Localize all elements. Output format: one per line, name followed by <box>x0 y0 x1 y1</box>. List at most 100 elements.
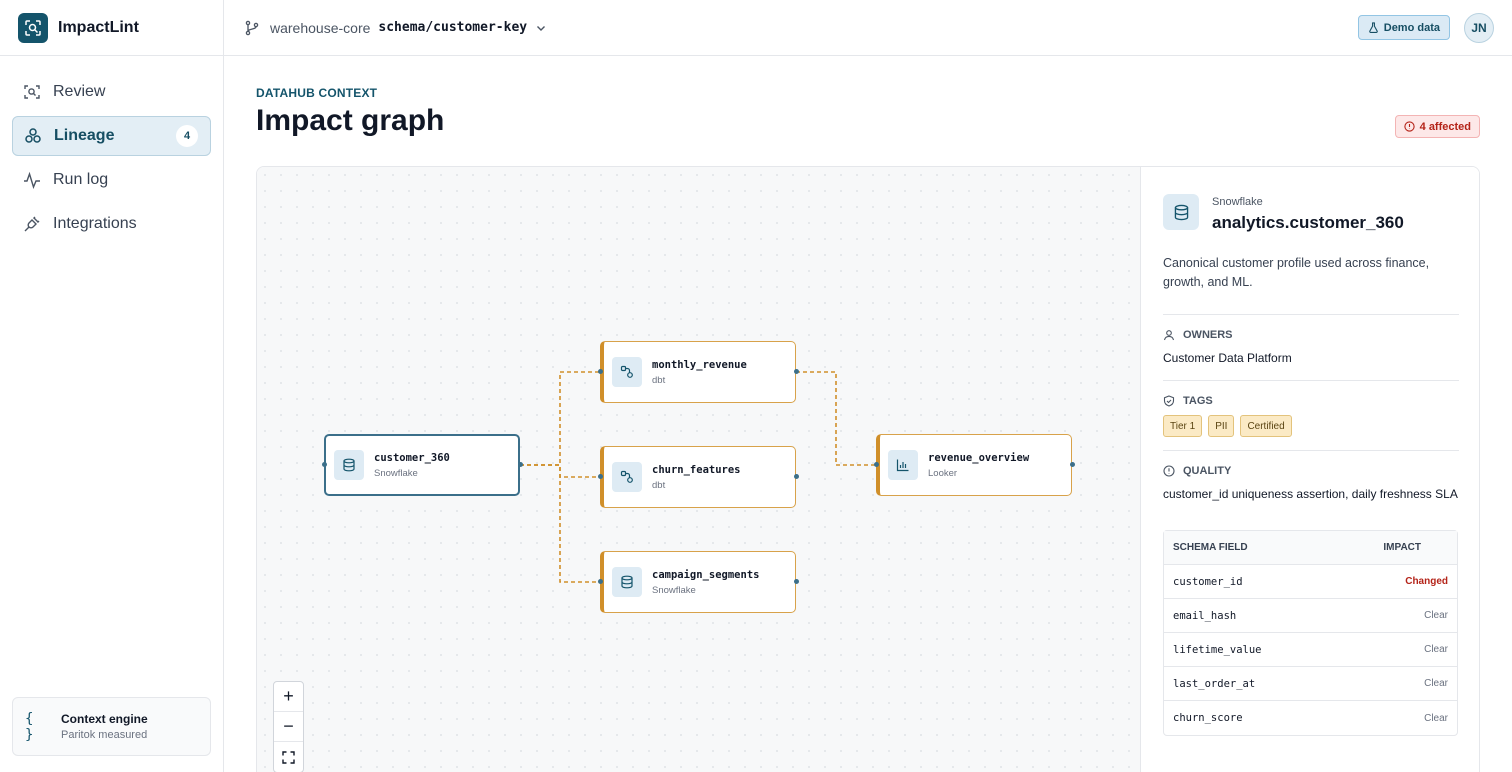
table-row[interactable]: last_order_at Clear <box>1164 667 1457 701</box>
database-icon <box>1163 194 1199 230</box>
field-name: last_order_at <box>1173 677 1256 690</box>
port <box>518 462 523 467</box>
page-eyebrow: DATAHUB CONTEXT <box>256 86 378 100</box>
impact-status: Clear <box>1424 644 1448 655</box>
user-icon <box>1163 329 1175 341</box>
impactlint-logo-icon <box>18 12 48 43</box>
affected-badge: 4 affected <box>1394 115 1480 138</box>
table-row[interactable]: customer_id Changed <box>1164 565 1457 599</box>
sidebar-item-review[interactable]: Review <box>12 72 211 112</box>
zoom-out-button[interactable]: − <box>274 712 303 742</box>
port <box>794 579 799 584</box>
git-branch-icon <box>244 20 260 36</box>
transform-icon <box>612 357 642 387</box>
sidebar-item-lineage[interactable]: Lineage 4 <box>12 116 211 156</box>
shield-check-icon <box>1163 395 1175 407</box>
entity-name: analytics.customer_360 <box>1212 213 1404 232</box>
lineage-canvas[interactable]: customer_360 Snowflake monthly_revenue d… <box>257 167 1140 772</box>
owners-section: OWNERS Customer Data Platform <box>1163 314 1459 365</box>
owners-label: OWNERS <box>1183 329 1233 341</box>
node-name: churn_features <box>652 463 741 476</box>
database-icon <box>612 567 642 597</box>
port <box>794 369 799 374</box>
node-name: monthly_revenue <box>652 358 747 371</box>
avatar[interactable]: JN <box>1464 13 1494 43</box>
table-row[interactable]: churn_score Clear <box>1164 701 1457 735</box>
plug-icon <box>22 214 42 234</box>
table-row[interactable]: email_hash Clear <box>1164 599 1457 633</box>
database-icon <box>334 450 364 480</box>
lineage-icon <box>23 126 43 146</box>
flask-icon <box>1368 22 1379 33</box>
node-platform: dbt <box>652 374 666 386</box>
transform-icon <box>612 462 642 492</box>
port <box>322 462 327 467</box>
node-campaign-segments[interactable]: campaign_segments Snowflake <box>600 551 796 613</box>
field-name: lifetime_value <box>1173 643 1262 656</box>
entity-description: Canonical customer profile used across f… <box>1163 256 1430 289</box>
field-name: email_hash <box>1173 609 1237 622</box>
field-name: customer_id <box>1173 575 1243 588</box>
node-revenue-overview[interactable]: revenue_overview Looker <box>876 434 1072 496</box>
context-engine-card[interactable]: { } Context engine Paritok measured <box>12 697 211 756</box>
impact-graph-panel: customer_360 Snowflake monthly_revenue d… <box>256 166 1480 772</box>
scan-icon <box>22 82 42 102</box>
fit-screen-icon <box>282 750 295 764</box>
node-platform: Snowflake <box>374 467 418 479</box>
demo-data-button[interactable]: Demo data <box>1357 15 1450 40</box>
branch-name[interactable]: schema/customer-key <box>378 20 527 35</box>
node-platform: Snowflake <box>652 584 696 596</box>
chevron-down-icon[interactable] <box>535 22 547 34</box>
sidebar-nav: Review Lineage 4 Run log Integrations <box>0 56 223 244</box>
port <box>874 462 879 467</box>
braces-icon: { } <box>25 710 34 743</box>
tags-label: TAGS <box>1183 395 1213 407</box>
sidebar-item-label: Review <box>53 83 106 100</box>
tag-pii[interactable]: PII <box>1208 415 1235 437</box>
brand[interactable]: ImpactLint <box>0 0 223 56</box>
sidebar-item-run-log[interactable]: Run log <box>12 160 211 200</box>
sidebar: ImpactLint Review Lineage 4 Run log Inte… <box>0 0 224 772</box>
node-platform: dbt <box>652 479 666 491</box>
quality-label: QUALITY <box>1183 465 1232 477</box>
port <box>598 579 603 584</box>
edge-monthly-revenue-to-revenue-overview <box>796 371 876 466</box>
topbar: warehouse-core schema/customer-key Demo … <box>224 0 1512 56</box>
bar-chart-icon <box>888 450 918 480</box>
port <box>794 474 799 479</box>
table-row[interactable]: lifetime_value Clear <box>1164 633 1457 667</box>
impact-status: Clear <box>1424 712 1448 724</box>
tag-tier-1[interactable]: Tier 1 <box>1163 415 1203 437</box>
page-title: Impact graph <box>256 104 445 137</box>
impact-status: Clear <box>1424 678 1448 689</box>
fit-screen-button[interactable] <box>274 742 303 772</box>
col-schema-field: SCHEMA FIELD <box>1173 542 1248 553</box>
node-monthly-revenue[interactable]: monthly_revenue dbt <box>600 341 796 403</box>
quality-value: customer_id uniqueness assertion, daily … <box>1163 487 1458 501</box>
zoom-controls: + − <box>273 681 304 772</box>
info-icon <box>1163 465 1175 477</box>
activity-icon <box>22 170 42 190</box>
owners-value[interactable]: Customer Data Platform <box>1163 351 1459 365</box>
context-engine-title: Context engine <box>61 712 148 726</box>
zoom-in-button[interactable]: + <box>274 682 303 712</box>
node-customer-360[interactable]: customer_360 Snowflake <box>324 434 520 496</box>
impact-status: Clear <box>1424 610 1448 621</box>
node-churn-features[interactable]: churn_features dbt <box>600 446 796 508</box>
node-platform: Looker <box>928 467 958 479</box>
lineage-count-badge: 4 <box>176 125 198 147</box>
entity-details-panel: Snowflake analytics.customer_360 Canonic… <box>1140 167 1479 772</box>
app-name: ImpactLint <box>58 18 139 36</box>
alert-circle-icon <box>1404 121 1415 132</box>
quality-section: QUALITY customer_id uniqueness assertion… <box>1163 450 1459 501</box>
sidebar-item-label: Lineage <box>54 127 115 144</box>
node-name: revenue_overview <box>928 451 1030 464</box>
schema-impact-table: SCHEMA FIELD IMPACT customer_id Changed … <box>1163 530 1458 736</box>
port <box>598 474 603 479</box>
tag-list: Tier 1 PII Certified <box>1163 415 1459 437</box>
sidebar-item-integrations[interactable]: Integrations <box>12 204 211 244</box>
tag-certified[interactable]: Certified <box>1240 415 1292 437</box>
table-header: SCHEMA FIELD IMPACT <box>1164 531 1457 565</box>
edge-customer-360-to-monthly-revenue <box>520 371 600 466</box>
repo-name: warehouse-core <box>270 19 371 36</box>
